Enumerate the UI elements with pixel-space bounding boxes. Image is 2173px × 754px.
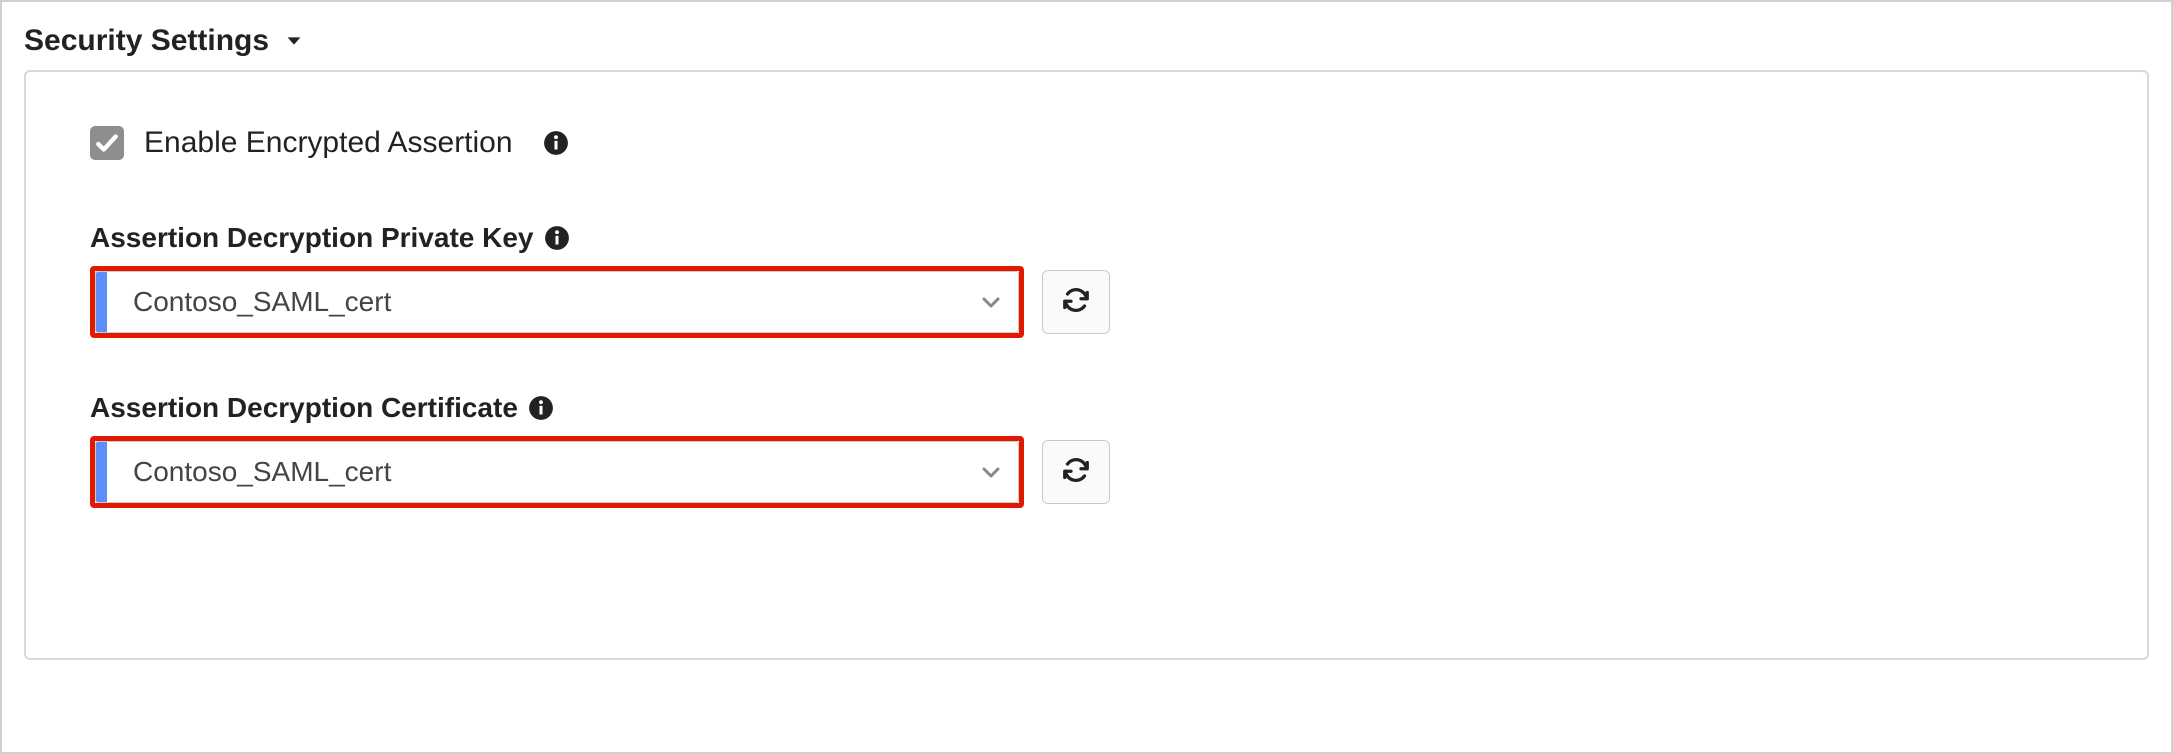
select-accent-bar <box>96 272 107 332</box>
security-settings-container: Security Settings Enable Encrypted Asser… <box>0 0 2173 754</box>
enable-encrypted-assertion-row: Enable Encrypted Assertion <box>90 126 2083 160</box>
caret-down-icon <box>283 30 305 52</box>
certificate-select-highlight: Contoso_SAML_cert <box>90 436 1024 508</box>
info-icon[interactable] <box>543 130 569 156</box>
enable-encrypted-assertion-label: Enable Encrypted Assertion <box>144 126 513 160</box>
certificate-label: Assertion Decryption Certificate <box>90 392 518 424</box>
private-key-select[interactable]: Contoso_SAML_cert <box>95 271 1019 333</box>
settings-panel: Enable Encrypted Assertion Assertion Dec… <box>24 70 2149 660</box>
info-icon[interactable] <box>528 395 554 421</box>
private-key-refresh-button[interactable] <box>1042 270 1110 334</box>
certificate-refresh-button[interactable] <box>1042 440 1110 504</box>
private-key-field: Assertion Decryption Private Key Contoso… <box>90 222 2083 338</box>
section-title: Security Settings <box>24 24 269 58</box>
chevron-down-icon <box>964 460 1018 484</box>
chevron-down-icon <box>964 290 1018 314</box>
private-key-label: Assertion Decryption Private Key <box>90 222 534 254</box>
private-key-control-row: Contoso_SAML_cert <box>90 266 2083 338</box>
certificate-control-row: Contoso_SAML_cert <box>90 436 2083 508</box>
private-key-select-highlight: Contoso_SAML_cert <box>90 266 1024 338</box>
certificate-select-value: Contoso_SAML_cert <box>107 456 964 488</box>
section-header[interactable]: Security Settings <box>24 24 2149 58</box>
info-icon[interactable] <box>544 225 570 251</box>
refresh-icon <box>1061 455 1091 490</box>
certificate-field: Assertion Decryption Certificate Contoso… <box>90 392 2083 508</box>
certificate-select[interactable]: Contoso_SAML_cert <box>95 441 1019 503</box>
certificate-label-row: Assertion Decryption Certificate <box>90 392 2083 424</box>
enable-encrypted-assertion-checkbox[interactable] <box>90 126 124 160</box>
private-key-label-row: Assertion Decryption Private Key <box>90 222 2083 254</box>
refresh-icon <box>1061 285 1091 320</box>
private-key-select-value: Contoso_SAML_cert <box>107 286 964 318</box>
select-accent-bar <box>96 442 107 502</box>
